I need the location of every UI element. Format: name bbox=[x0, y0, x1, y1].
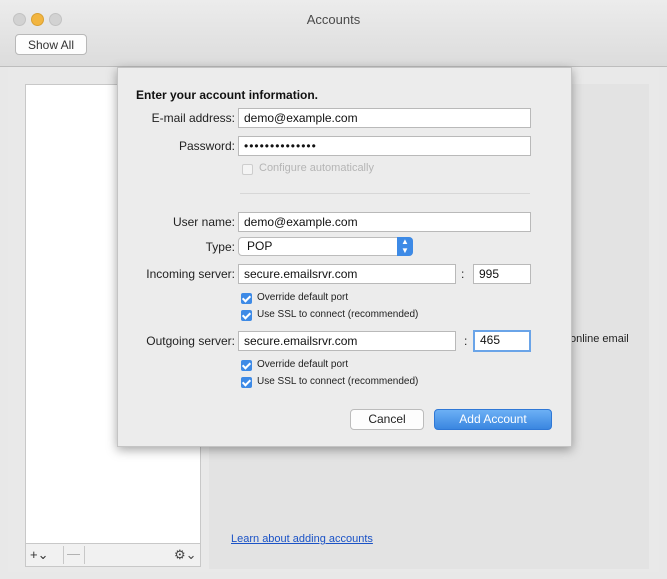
toolbar-divider bbox=[84, 546, 85, 564]
email-label: E-mail address: bbox=[151, 111, 235, 125]
outgoing-override-port-checkbox[interactable] bbox=[241, 360, 252, 371]
type-label: Type: bbox=[205, 240, 235, 254]
toolbar-divider bbox=[63, 546, 64, 564]
remove-account-button[interactable]: — bbox=[67, 546, 80, 561]
outgoing-use-ssl-label: Use SSL to connect (recommended) bbox=[257, 376, 419, 387]
account-type-select[interactable]: POP ▲ ▼ bbox=[238, 237, 413, 256]
sheet-heading: Enter your account information. bbox=[136, 88, 319, 102]
configure-automatically-label: Configure automatically bbox=[259, 162, 374, 174]
outgoing-port-separator: : bbox=[464, 334, 468, 348]
gear-icon[interactable]: ⚙⌄ bbox=[174, 547, 197, 563]
outgoing-server-field[interactable]: secure.emailsrvr.com bbox=[238, 331, 456, 351]
incoming-port-field[interactable]: 995 bbox=[473, 264, 531, 284]
incoming-port-separator: : bbox=[461, 267, 465, 281]
add-account-menu-button[interactable]: +⌄ bbox=[30, 547, 48, 563]
outgoing-server-label: Outgoing server: bbox=[146, 334, 235, 348]
outgoing-port-field[interactable]: 465 bbox=[473, 330, 531, 352]
show-all-button[interactable]: Show All bbox=[15, 34, 87, 55]
section-divider bbox=[240, 193, 530, 194]
window-title: Accounts bbox=[306, 12, 361, 27]
incoming-use-ssl-checkbox[interactable] bbox=[241, 310, 252, 321]
outgoing-override-port-label: Override default port bbox=[257, 359, 349, 370]
chevron-up-down-icon: ▲ ▼ bbox=[397, 237, 413, 256]
account-type-value: POP bbox=[247, 239, 273, 253]
online-email-text: online email bbox=[570, 333, 629, 345]
cancel-button[interactable]: Cancel bbox=[350, 409, 424, 430]
incoming-server-label: Incoming server: bbox=[146, 267, 235, 281]
incoming-override-port-checkbox[interactable] bbox=[241, 293, 252, 304]
account-info-sheet: Enter your account information. E-mail a… bbox=[117, 67, 572, 447]
username-label: User name: bbox=[172, 215, 235, 229]
password-label: Password: bbox=[178, 139, 235, 153]
username-field[interactable]: demo@example.com bbox=[238, 212, 531, 232]
incoming-override-port-label: Override default port bbox=[257, 292, 349, 303]
title-bar: Accounts Show All bbox=[0, 0, 667, 67]
accounts-window: Accounts Show All +⌄ — ⚙⌄ online email L… bbox=[0, 0, 667, 579]
incoming-server-field[interactable]: secure.emailsrvr.com bbox=[238, 264, 456, 284]
configure-automatically-checkbox[interactable] bbox=[242, 164, 253, 175]
add-account-button[interactable]: Add Account bbox=[434, 409, 552, 430]
outgoing-use-ssl-checkbox[interactable] bbox=[241, 377, 252, 388]
incoming-use-ssl-label: Use SSL to connect (recommended) bbox=[257, 309, 419, 320]
email-field[interactable]: demo@example.com bbox=[238, 108, 531, 128]
learn-about-accounts-link[interactable]: Learn about adding accounts bbox=[231, 533, 373, 545]
password-field[interactable]: •••••••••••••• bbox=[238, 136, 531, 156]
account-list-toolbar: +⌄ — ⚙⌄ bbox=[25, 543, 201, 567]
